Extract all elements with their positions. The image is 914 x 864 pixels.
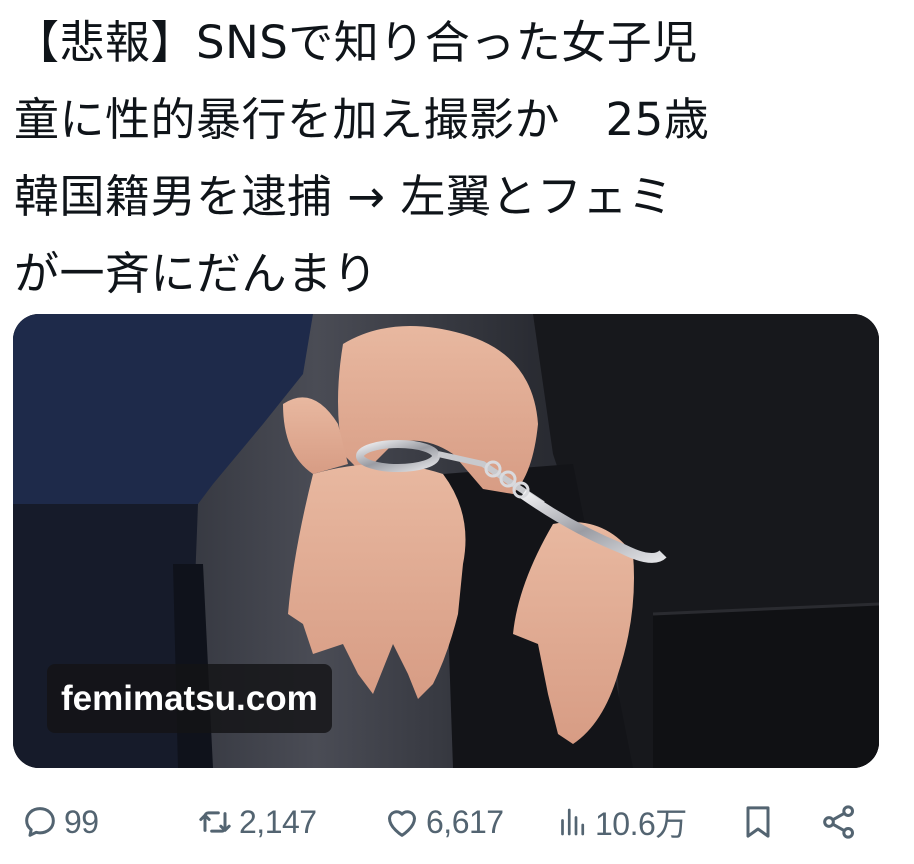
post-text-line: が一斉にだんまり [14, 247, 379, 300]
like-count: 6,617 [426, 803, 504, 840]
views-icon [561, 808, 585, 836]
post-text-line: 童に性的暴行を加え撮影か 25歳 [14, 93, 710, 146]
repost-icon [199, 811, 231, 833]
share-icon [823, 805, 854, 839]
media-watermark: femimatsu.com [47, 664, 332, 733]
reply-icon [25, 807, 55, 837]
bookmark-icon [746, 806, 770, 838]
post-text-line: 韓国籍男を逮捕 → 左翼とフェミ [14, 170, 674, 223]
views-button[interactable]: 10.6万 [555, 790, 687, 854]
views-count: 10.6万 [595, 806, 687, 842]
heart-icon [388, 810, 416, 837]
share-button[interactable] [818, 790, 860, 854]
repost-button[interactable]: 2,147 [195, 790, 317, 854]
post-text: 【悲報】SNSで知り合った女子児 童に性的暴行を加え撮影か 25歳 韓国籍男を逮… [14, 4, 894, 312]
action-bar: 99 2,147 6,617 10.6万 [0, 790, 914, 854]
reply-count: 99 [64, 803, 99, 840]
repost-count: 2,147 [239, 803, 317, 840]
post-text-line: 【悲報】SNSで知り合った女子児 [14, 16, 698, 69]
bookmark-button[interactable] [738, 790, 778, 854]
reply-button[interactable]: 99 [20, 790, 99, 854]
like-button[interactable]: 6,617 [382, 790, 504, 854]
